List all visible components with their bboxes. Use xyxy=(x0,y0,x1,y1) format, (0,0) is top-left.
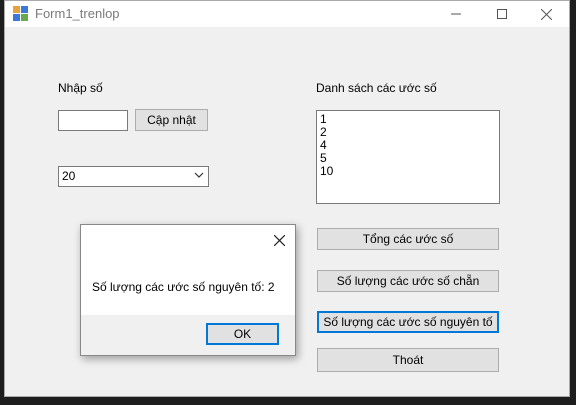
close-button[interactable] xyxy=(523,1,569,27)
sum-divisors-button[interactable]: Tổng các ước số xyxy=(317,228,499,250)
title-bar[interactable]: Form1_trenlop xyxy=(5,1,569,27)
close-icon[interactable] xyxy=(274,235,285,246)
maximize-icon xyxy=(497,9,507,19)
list-item[interactable]: 10 xyxy=(320,165,496,178)
dialog-footer: OK xyxy=(81,315,295,355)
chevron-down-icon xyxy=(194,172,204,178)
close-icon xyxy=(540,8,552,20)
input-label: Nhập số xyxy=(58,81,103,95)
ok-button[interactable]: OK xyxy=(206,323,279,345)
divisor-listbox[interactable]: 1 2 4 5 10 xyxy=(316,110,500,204)
number-combobox[interactable]: 20 xyxy=(58,166,209,187)
message-box: Số lượng các ước số nguyên tố: 2 OK xyxy=(80,224,296,356)
list-item[interactable]: 4 xyxy=(320,139,496,152)
window-title: Form1_trenlop xyxy=(35,6,120,21)
number-input[interactable] xyxy=(58,110,128,131)
minimize-button[interactable] xyxy=(433,1,479,27)
combobox-value: 20 xyxy=(62,169,76,183)
maximize-button[interactable] xyxy=(479,1,525,27)
list-item[interactable]: 1 xyxy=(320,113,496,126)
divisor-list-label: Danh sách các ước số xyxy=(316,81,437,95)
prime-divisors-count-button[interactable]: Số lượng các ước số nguyên tố xyxy=(317,311,499,333)
list-item[interactable]: 2 xyxy=(320,126,496,139)
minimize-icon xyxy=(451,13,461,15)
exit-button[interactable]: Thoát xyxy=(317,348,499,372)
app-icon xyxy=(13,6,29,22)
list-item[interactable]: 5 xyxy=(320,152,496,165)
even-divisors-count-button[interactable]: Số lượng các ước số chẵn xyxy=(317,270,499,292)
update-button[interactable]: Cập nhật xyxy=(135,109,208,131)
message-text: Số lượng các ước số nguyên tố: 2 xyxy=(92,280,275,294)
